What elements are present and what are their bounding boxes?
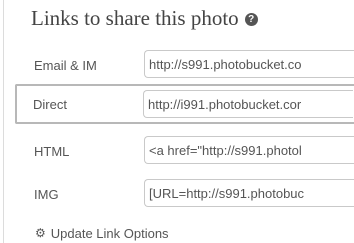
html-label: HTML bbox=[34, 143, 70, 159]
update-link-options-label: Update Link Options bbox=[50, 225, 169, 241]
email-im-label: Email & IM bbox=[34, 57, 97, 73]
update-link-options-button[interactable]: ⚙ Update Link Options bbox=[35, 224, 169, 242]
link-row-email-im: Email & IM bbox=[17, 45, 354, 85]
img-label: IMG bbox=[34, 186, 59, 202]
html-link-field[interactable] bbox=[144, 136, 354, 164]
gear-icon: ⚙ bbox=[35, 226, 46, 240]
direct-link-field[interactable] bbox=[143, 90, 353, 118]
direct-label: Direct bbox=[33, 96, 67, 112]
link-row-direct: Direct bbox=[15, 84, 354, 124]
panel-divider bbox=[3, 0, 4, 243]
link-row-html: HTML bbox=[17, 131, 354, 171]
share-links-panel: Links to share this photo ? Email & IM D… bbox=[0, 0, 354, 243]
panel-title: Links to share this photo bbox=[31, 5, 239, 30]
panel-header: Links to share this photo ? bbox=[31, 1, 258, 35]
img-link-field[interactable] bbox=[144, 179, 354, 207]
help-icon[interactable]: ? bbox=[244, 12, 258, 26]
email-im-link-field[interactable] bbox=[144, 50, 354, 78]
link-row-img: IMG bbox=[17, 174, 354, 214]
